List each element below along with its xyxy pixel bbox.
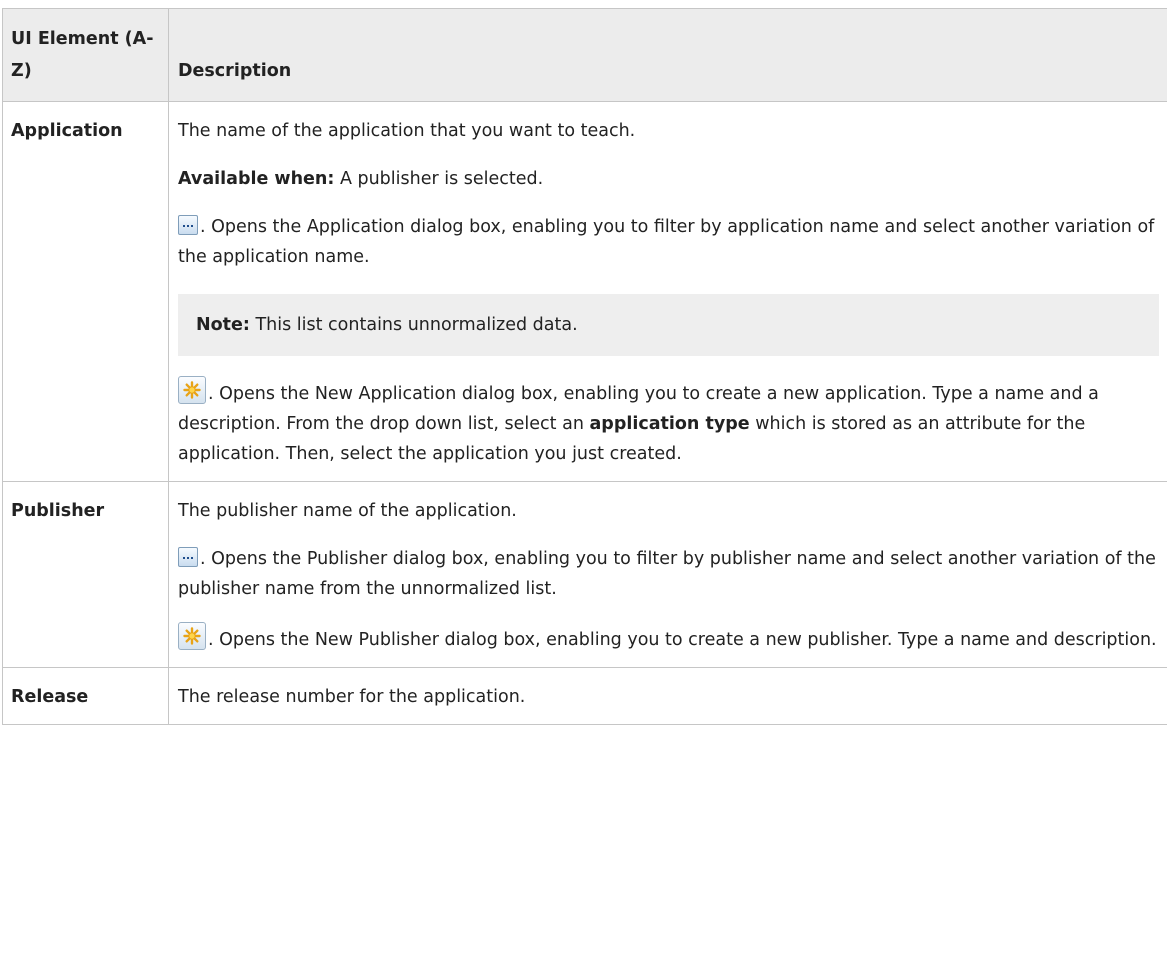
note-label: Note:	[196, 315, 250, 335]
ui-elements-table: UI Element (A-Z) Description Application…	[2, 8, 1167, 725]
table-row-publisher: Publisher The publisher name of the appl…	[2, 481, 1167, 668]
new-text: . Opens the New Publisher dialog box, en…	[208, 630, 1157, 650]
ui-element-description: The name of the application that you wan…	[168, 101, 1167, 482]
availability-text: Available when: A publisher is selected.	[178, 164, 1159, 194]
availability-value: A publisher is selected.	[334, 169, 544, 189]
new-text-bold: application type	[589, 414, 750, 434]
browse-text: . Opens the Application dialog box, enab…	[178, 217, 1155, 267]
ui-element-description: The release number for the application.	[168, 667, 1167, 725]
browse-ellipsis-icon	[178, 547, 198, 567]
new-description: . Opens the New Application dialog box, …	[178, 376, 1159, 469]
ui-element-name: Application	[2, 101, 169, 482]
browse-ellipsis-icon	[178, 215, 198, 235]
description-text: The publisher name of the application.	[178, 501, 517, 521]
table-row-application: Application The name of the application …	[2, 101, 1167, 482]
table-row-release: Release The release number for the appli…	[2, 667, 1167, 725]
new-item-star-icon	[178, 622, 206, 650]
browse-description: . Opens the Application dialog box, enab…	[178, 212, 1159, 272]
table-header-row: UI Element (A-Z) Description	[2, 8, 1167, 102]
ui-element-description: The publisher name of the application. .…	[168, 481, 1167, 668]
note-box: Note: This list contains unnormalized da…	[178, 294, 1159, 356]
description-text: The release number for the application.	[178, 687, 526, 707]
browse-description: . Opens the Publisher dialog box, enabli…	[178, 544, 1159, 604]
note-text: This list contains unnormalized data.	[249, 315, 578, 335]
header-ui-element: UI Element (A-Z)	[2, 8, 169, 102]
description-text: The name of the application that you wan…	[178, 121, 636, 141]
ui-element-name: Release	[2, 667, 169, 725]
ui-element-name: Publisher	[2, 481, 169, 668]
header-description: Description	[168, 8, 1167, 102]
new-item-star-icon	[178, 376, 206, 404]
availability-label: Available when:	[178, 169, 335, 189]
new-description: . Opens the New Publisher dialog box, en…	[178, 622, 1159, 655]
browse-text: . Opens the Publisher dialog box, enabli…	[178, 549, 1156, 599]
